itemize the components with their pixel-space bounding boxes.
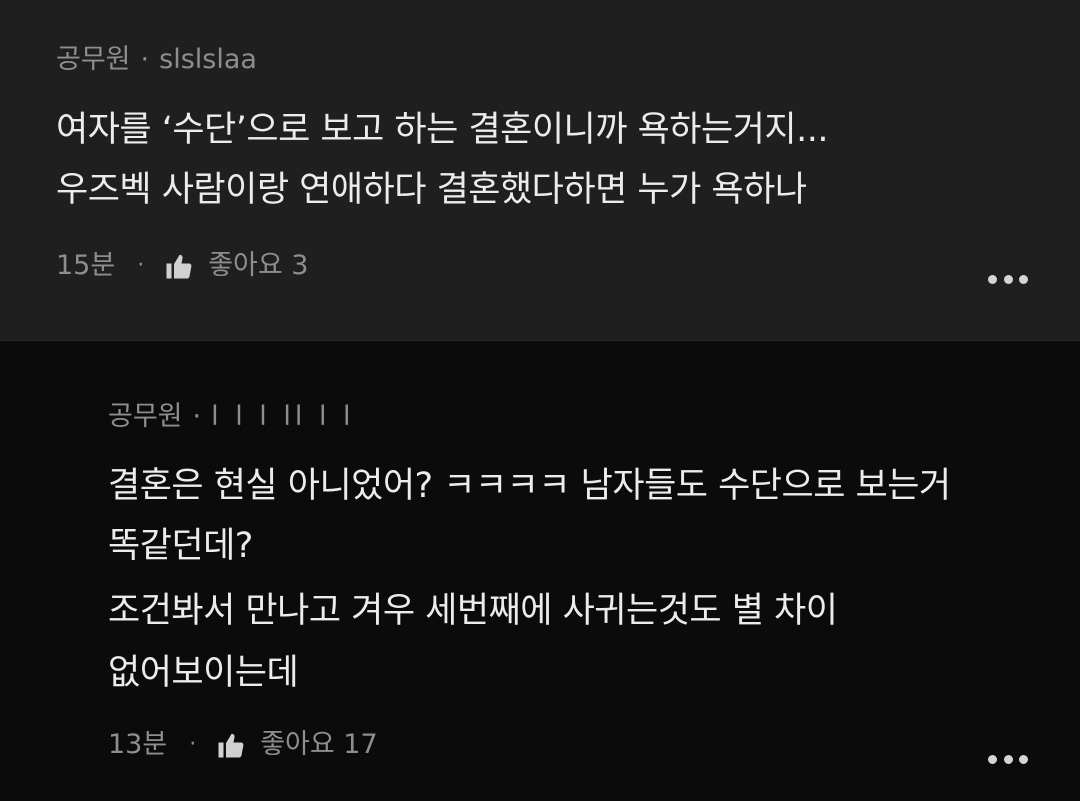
comment-text-line: 결혼은 현실 아니었어? ㅋㅋㅋㅋ 남자들도 수단으로 보는거 bbox=[108, 466, 951, 506]
comment-text-line: 없어보이는데 bbox=[108, 653, 299, 693]
like-button[interactable]: 좋아요 17 bbox=[216, 727, 378, 763]
footer-separator: · bbox=[189, 732, 197, 757]
comment-footer: 13분 · 좋아요 17 bbox=[108, 727, 378, 763]
more-dot bbox=[988, 274, 997, 284]
author-username[interactable]: l l l ll l l bbox=[211, 401, 354, 432]
more-options-button[interactable] bbox=[988, 272, 1028, 286]
comment-author[interactable]: 공무원 · l l l ll l l bbox=[108, 399, 355, 435]
comment-text-line: 조건봐서 만나고 겨우 세번째에 사귀는것도 별 차이 bbox=[108, 591, 838, 631]
more-dot bbox=[988, 754, 997, 764]
author-job: 공무원 bbox=[108, 401, 183, 432]
thumbs-up-icon bbox=[218, 733, 244, 758]
comment-text-line: 여자를 ‘수단’으로 보고 하는 결혼이니까 욕하는거지... bbox=[56, 110, 828, 150]
thumbs-up-icon bbox=[166, 254, 192, 279]
more-dot bbox=[1019, 754, 1028, 764]
comment-author[interactable]: 공무원 · slslslaa bbox=[56, 42, 257, 78]
more-options-button[interactable] bbox=[988, 752, 1028, 766]
reply-comment-card: 공무원 · l l l ll l l 결혼은 현실 아니었어? ㅋㅋㅋㅋ 남자들도 … bbox=[0, 340, 1080, 801]
like-label: 좋아요 17 bbox=[260, 729, 378, 760]
comment-text-line: 우즈벡 사람이랑 연애하다 결혼했다하면 누가 욕하나 bbox=[56, 170, 807, 210]
comment-footer: 15분 · 좋아요 3 bbox=[56, 248, 308, 284]
footer-separator: · bbox=[137, 253, 145, 278]
meta-separator: · bbox=[140, 44, 150, 75]
more-dot bbox=[1019, 274, 1028, 284]
comment-time: 15분 bbox=[56, 250, 116, 281]
more-dot bbox=[1003, 274, 1013, 284]
more-dot bbox=[1003, 754, 1013, 764]
author-username[interactable]: slslslaa bbox=[159, 44, 257, 75]
like-button[interactable]: 좋아요 3 bbox=[164, 248, 308, 284]
comment-card: 공무원 · slslslaa 여자를 ‘수단’으로 보고 하는 결혼이니까 욕하는거… bbox=[0, 0, 1080, 340]
comment-time: 13분 bbox=[108, 729, 168, 760]
meta-separator: · bbox=[192, 401, 202, 432]
comment-text-line: 똑같던데? bbox=[108, 526, 253, 566]
author-job: 공무원 bbox=[56, 44, 131, 75]
like-label: 좋아요 3 bbox=[208, 250, 309, 281]
